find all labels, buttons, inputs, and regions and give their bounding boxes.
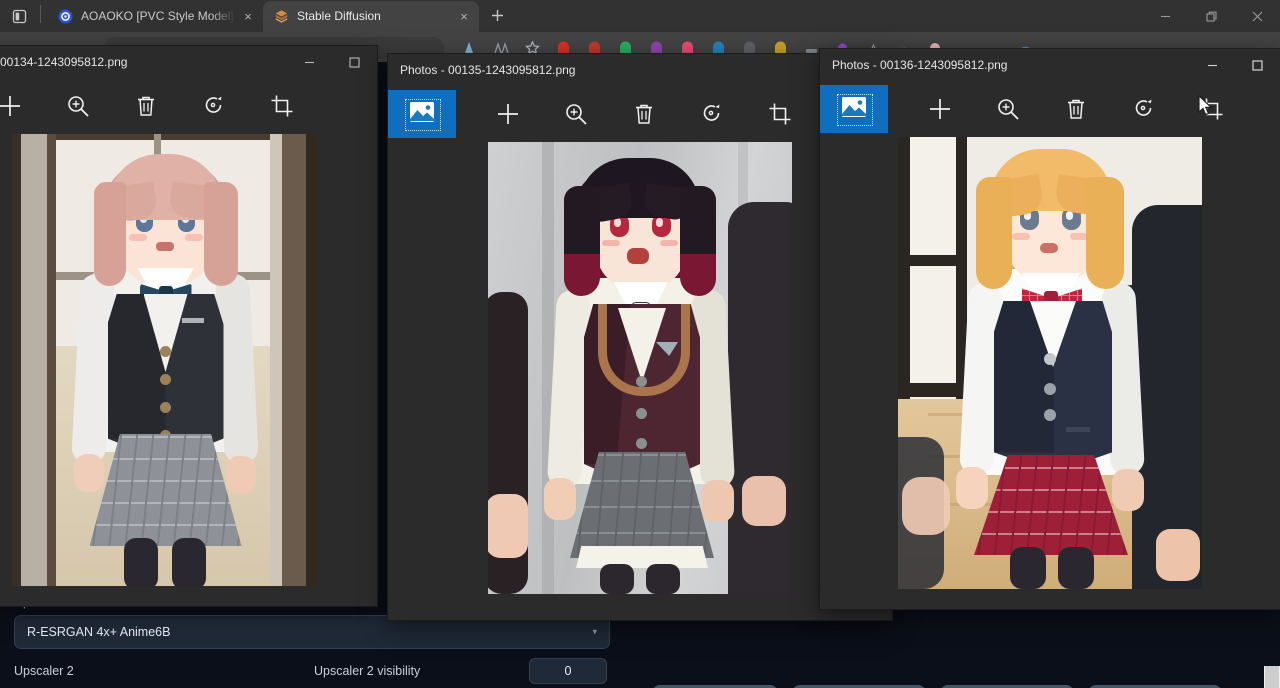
page-scrollbar[interactable]: ▼ [1264,666,1280,688]
tab-search-icon[interactable] [6,3,32,29]
extension-icon-2[interactable] [493,39,510,56]
crop-button[interactable] [1178,85,1246,133]
photos-window-00134-controls [287,46,377,78]
close-icon[interactable]: × [455,7,473,25]
photos-window-00134-titlebar[interactable]: 00134-1243095812.png [0,46,377,78]
photos-window-00135-title: Photos - 00135-1243095812.png [400,63,575,77]
photos-window-00134[interactable]: 00134-1243095812.png [0,46,377,606]
browser-close-button[interactable] [1234,0,1280,32]
browser-tab-stable-diffusion-title: Stable Diffusion [297,1,451,32]
upscaler2-label: Upscaler 2 [14,664,314,678]
photos-window-00136-toolbar [820,81,1280,137]
browser-tab-aoaoko-title: AOAOKO [PVC Style Model] - PV [81,1,235,32]
add-to-album-button[interactable] [474,90,542,138]
extension-icon-3[interactable] [555,39,572,56]
bookmark-star-icon[interactable] [524,39,541,56]
browser-window-controls [1142,0,1280,32]
upscaler1-dropdown[interactable]: R-ESRGAN 4x+ Anime6B ▾ [14,615,610,649]
crop-button[interactable] [248,82,316,130]
maximize-button[interactable] [1235,49,1280,81]
photos-window-00136-titlebar[interactable]: Photos - 00136-1243095812.png [820,49,1280,81]
minimize-button[interactable] [1190,49,1235,81]
extension-icon-5[interactable] [617,39,634,56]
extension-icon-9[interactable] [741,39,758,56]
upscaler1-value: R-ESRGAN 4x+ Anime6B [27,625,170,639]
photos-window-00136-title: Photos - 00136-1243095812.png [832,58,1007,72]
photos-window-00135[interactable]: Photos - 00135-1243095812.png [388,54,892,620]
browser-tab-strip: AOAOKO [PVC Style Model] - PV × Stable D… [0,0,1280,32]
photos-window-00136-canvas [820,137,1280,609]
zoom-button[interactable] [542,90,610,138]
close-icon[interactable]: × [239,7,257,25]
stable-diffusion-icon [273,8,289,24]
civitai-icon [57,8,73,24]
rotate-button[interactable] [1110,85,1178,133]
photos-window-00136[interactable]: Photos - 00136-1243095812.png [820,49,1280,609]
photos-window-00134-toolbar [0,78,377,134]
image-00136-1243095812[interactable] [898,137,1202,589]
extension-icon-1[interactable] [462,39,479,56]
delete-button[interactable] [610,90,678,138]
zoom-button[interactable] [44,82,112,130]
tab-divider [40,5,41,23]
maximize-button[interactable] [332,46,377,78]
browser-tab-stable-diffusion[interactable]: Stable Diffusion × [263,1,479,32]
photos-window-00136-controls [1190,49,1280,81]
collection-button[interactable] [820,85,888,133]
upscaler2-visibility-input[interactable]: 0 [529,658,607,684]
photos-window-00134-title: 00134-1243095812.png [0,55,127,69]
add-to-album-button[interactable] [906,85,974,133]
photos-window-00135-canvas [388,142,892,620]
rotate-button[interactable] [678,90,746,138]
crop-button[interactable] [746,90,814,138]
photos-window-00135-titlebar[interactable]: Photos - 00135-1243095812.png [388,54,892,86]
image-00135-1243095812[interactable] [488,142,792,594]
delete-button[interactable] [112,82,180,130]
image-00134-1243095812[interactable] [12,134,318,586]
extension-icon-6[interactable] [648,39,665,56]
rotate-button[interactable] [180,82,248,130]
browser-tab-aoaoko[interactable]: AOAOKO [PVC Style Model] - PV × [47,1,263,32]
delete-button[interactable] [1042,85,1110,133]
new-tab-button[interactable] [483,1,511,29]
collection-button[interactable] [388,90,456,138]
minimize-button[interactable] [287,46,332,78]
scrollbar-thumb[interactable] [1265,666,1279,688]
extension-icon-8[interactable] [710,39,727,56]
add-to-album-button[interactable] [0,82,44,130]
extension-icon-11[interactable] [803,39,820,56]
upscaler2-visibility-label: Upscaler 2 visibility [314,664,529,678]
photos-window-00134-canvas [0,134,377,606]
photos-window-00135-toolbar [388,86,892,142]
chevron-down-icon: ▾ [592,627,597,638]
picture-icon [841,96,867,123]
extension-icon-10[interactable] [772,39,789,56]
browser-minimize-button[interactable] [1142,0,1188,32]
browser-restore-button[interactable] [1188,0,1234,32]
picture-icon [409,101,435,128]
extension-icon-7[interactable] [679,39,696,56]
extension-icon-4[interactable] [586,39,603,56]
zoom-button[interactable] [974,85,1042,133]
